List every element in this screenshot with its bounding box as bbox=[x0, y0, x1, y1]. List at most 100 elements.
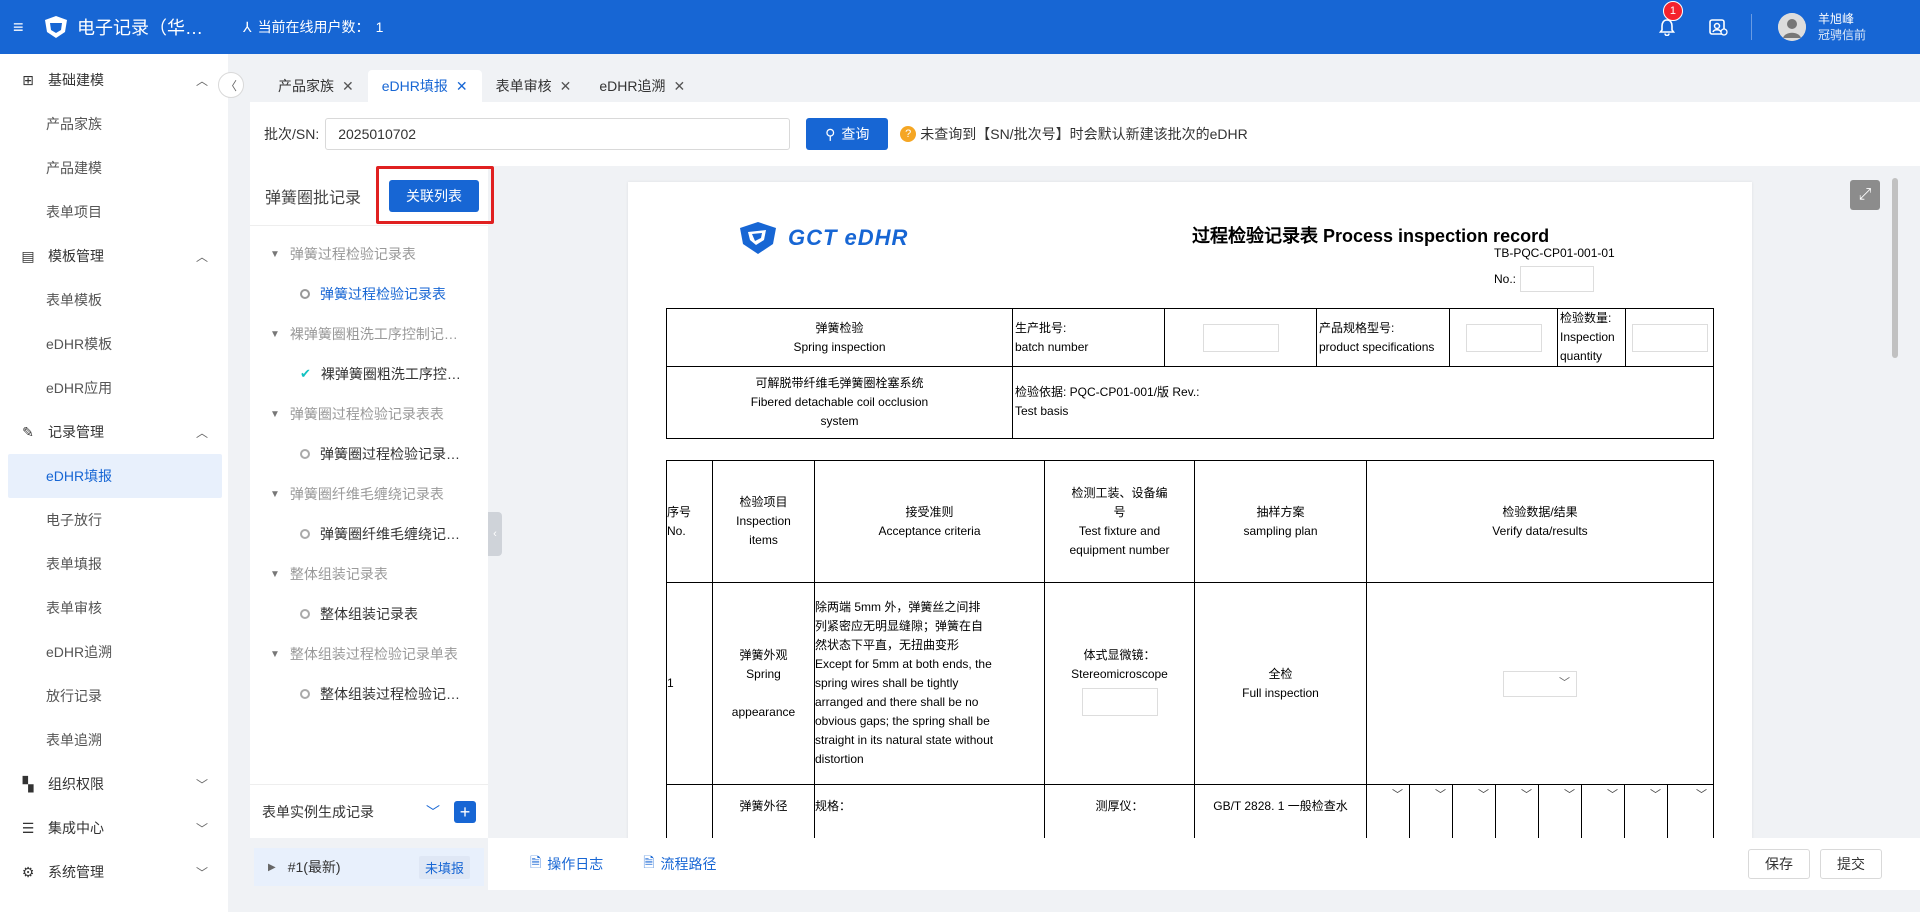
sidebar-group-basic-modeling[interactable]: ⊞ 基础建模 ︿ bbox=[0, 58, 228, 102]
tree-leaf[interactable]: 整体组装记录表 bbox=[250, 594, 488, 634]
spec-cell: 产品规格型号: product specifications bbox=[1316, 308, 1450, 367]
sidebar-item-form-fill[interactable]: 表单填报 bbox=[0, 542, 228, 586]
online-count: 1 bbox=[375, 19, 384, 35]
vertical-scrollbar[interactable] bbox=[1892, 178, 1898, 358]
caret-down-icon: ▼ bbox=[270, 328, 280, 340]
col-fixture-cn: 检测工装、设备编 bbox=[1071, 485, 1168, 500]
tree-node[interactable]: ▼ 弹簧圈过程检验记录表表 bbox=[250, 394, 488, 434]
flow-path-link[interactable]: 🗎 流程路径 bbox=[643, 852, 716, 876]
value-select[interactable]: ﹀ bbox=[1410, 786, 1452, 805]
gear-icon: ⚙ bbox=[21, 863, 35, 880]
database-icon: ☰ bbox=[21, 819, 35, 836]
batch-en: batch number bbox=[1015, 339, 1089, 354]
value-select[interactable]: ﹀ bbox=[1453, 786, 1495, 805]
sidebar-group-system-management[interactable]: ⚙ 系统管理 ﹀ bbox=[0, 850, 228, 894]
sidebar-item-form-review[interactable]: 表单审核 bbox=[0, 586, 228, 630]
fixture-number-input[interactable] bbox=[1081, 687, 1158, 716]
sidebar-group-template-management[interactable]: ▤ 模板管理 ︿ bbox=[0, 234, 228, 278]
tree-node[interactable]: ▼ 弹簧过程检验记录表 bbox=[250, 234, 488, 274]
tree-leaf[interactable]: ✔ 裸弹簧圈粗洗工序控… bbox=[250, 354, 488, 394]
tab-product-family[interactable]: 产品家族 ✕ bbox=[264, 70, 368, 102]
person-icon: ⅄ bbox=[243, 18, 252, 35]
notification-bell-icon[interactable]: 1 bbox=[1655, 1, 1683, 39]
col-criteria-cn: 接受准则 bbox=[905, 504, 954, 519]
batch-input-cell bbox=[1164, 308, 1317, 367]
sidebar-item-e-release[interactable]: 电子放行 bbox=[0, 498, 228, 542]
sidebar-item-product-modeling[interactable]: 产品建模 bbox=[0, 146, 228, 190]
query-button[interactable]: ⚲ 查询 bbox=[806, 118, 889, 150]
tree-node[interactable]: ▼ 整体组装记录表 bbox=[250, 554, 488, 594]
row2-item: 弹簧外径 bbox=[712, 784, 815, 838]
tree-leaf-label: 弹簧圈过程检验记录… bbox=[320, 446, 460, 462]
sidebar-item-release-record[interactable]: 放行记录 bbox=[0, 674, 228, 718]
tree-leaf[interactable]: 弹簧过程检验记录表 bbox=[250, 274, 488, 314]
tree-node[interactable]: ▼ 弹簧圈纤维毛缠绕记录表 bbox=[250, 474, 488, 514]
operation-log-link[interactable]: 🗎 操作日志 bbox=[530, 852, 603, 876]
close-icon[interactable]: ✕ bbox=[560, 78, 572, 95]
col-fixture-en: Test fixture and bbox=[1078, 523, 1161, 538]
batch-sn-input[interactable]: 2025010702 bbox=[325, 118, 791, 150]
sidebar-group-org-permissions[interactable]: ▚ 组织权限 ﹀ bbox=[0, 762, 228, 806]
row1-no: 1 bbox=[666, 582, 713, 785]
tree-node[interactable]: ▼ 整体组装过程检验记录单表 bbox=[250, 634, 488, 674]
tab-form-review[interactable]: 表单审核 ✕ bbox=[482, 70, 586, 102]
save-button[interactable]: 保存 bbox=[1748, 849, 1810, 879]
panel-splitter-handle[interactable]: ‹ bbox=[488, 512, 502, 556]
tree-leaf[interactable]: 整体组装过程检验记… bbox=[250, 674, 488, 714]
close-icon[interactable]: ✕ bbox=[342, 78, 354, 95]
result-select[interactable]: ﹀ bbox=[1503, 670, 1577, 697]
spec-cn: 产品规格型号: bbox=[1319, 320, 1395, 335]
inspection-table: 序号 No. 检验项目 Inspection items 接受准则 Acceptance… bbox=[666, 460, 1714, 838]
qty-cell: 检验数量: Inspection quantity bbox=[1557, 308, 1626, 367]
sidebar-item-edhr-fill[interactable]: eDHR填报 bbox=[8, 454, 222, 498]
tree-leaf-label: 弹簧圈纤维毛缠绕记… bbox=[320, 526, 460, 542]
query-button-label: 查询 bbox=[841, 126, 870, 142]
product-spec-input[interactable] bbox=[1465, 323, 1542, 352]
fullscreen-icon[interactable]: ⤢ bbox=[1850, 180, 1880, 210]
col-fixture-en: equipment number bbox=[1069, 542, 1170, 557]
contact-card-icon[interactable] bbox=[1707, 16, 1729, 38]
sidebar-group-integration-center[interactable]: ☰ 集成中心 ﹀ bbox=[0, 806, 228, 850]
batch-number-input[interactable] bbox=[1202, 323, 1279, 352]
close-icon[interactable]: ✕ bbox=[673, 78, 685, 95]
sidebar-group-label: 系统管理 bbox=[48, 864, 104, 880]
col-no-en: No. bbox=[667, 523, 686, 538]
value-select[interactable]: ﹀ bbox=[1668, 786, 1713, 805]
status-badge: 未填报 bbox=[418, 855, 470, 879]
chevron-down-icon[interactable]: ﹀ bbox=[426, 802, 440, 822]
user-info[interactable]: 羊旭峰 冠骋信前 bbox=[1818, 11, 1866, 43]
avatar[interactable] bbox=[1777, 13, 1806, 41]
sidebar-collapse-button[interactable]: 〈 bbox=[218, 72, 244, 98]
sidebar-item-edhr-application[interactable]: eDHR应用 bbox=[0, 366, 228, 410]
online-users: ⅄ 当前在线用户数： 1 bbox=[243, 17, 383, 37]
instance-row[interactable]: ▶ #1(最新) 未填报 bbox=[254, 848, 484, 886]
add-icon[interactable]: + bbox=[454, 800, 476, 823]
sidebar-item-edhr-trace[interactable]: eDHR追溯 bbox=[0, 630, 228, 674]
sidebar-item-form-trace[interactable]: 表单追溯 bbox=[0, 718, 228, 762]
value-select[interactable]: ﹀ bbox=[1625, 786, 1667, 805]
value-select[interactable]: ﹀ bbox=[1539, 786, 1581, 805]
sidebar-item-form-items[interactable]: 表单项目 bbox=[0, 190, 228, 234]
document-title: 过程检验记录表 Process inspection record bbox=[1192, 226, 1550, 246]
menu-icon[interactable]: ≡ bbox=[13, 17, 35, 38]
document-logo: GCT eDHR bbox=[736, 220, 908, 256]
number-input[interactable] bbox=[1520, 266, 1595, 292]
tab-edhr-trace[interactable]: eDHR追溯 ✕ bbox=[585, 70, 699, 102]
sidebar-item-product-family[interactable]: 产品家族 bbox=[0, 102, 228, 146]
inspection-quantity-input[interactable] bbox=[1631, 323, 1708, 352]
criteria-line: 列紧密应无明显缝隙；弹簧在自 bbox=[815, 619, 984, 633]
value-select[interactable]: ﹀ bbox=[1582, 786, 1624, 805]
tree-leaf[interactable]: 弹簧圈纤维毛缠绕记… bbox=[250, 514, 488, 554]
sidebar-item-edhr-template[interactable]: eDHR模板 bbox=[0, 322, 228, 366]
sidebar-item-form-template[interactable]: 表单模板 bbox=[0, 278, 228, 322]
tree-leaf[interactable]: 弹簧圈过程检验记录… bbox=[250, 434, 488, 474]
tree-node[interactable]: ▼ 裸弹簧圈粗洗工序控制记… bbox=[250, 314, 488, 354]
spring-cell: 弹簧检验 Spring inspection bbox=[666, 308, 1013, 367]
close-icon[interactable]: ✕ bbox=[456, 78, 468, 95]
value-select[interactable]: ﹀ bbox=[1367, 786, 1409, 805]
sidebar-group-record-management[interactable]: ✎ 记录管理 ︿ bbox=[0, 410, 228, 454]
value-select[interactable]: ﹀ bbox=[1496, 786, 1538, 805]
tab-edhr-fill[interactable]: eDHR填报 ✕ bbox=[367, 70, 482, 102]
shield-logo-icon bbox=[740, 222, 776, 254]
submit-button[interactable]: 提交 bbox=[1820, 849, 1882, 879]
